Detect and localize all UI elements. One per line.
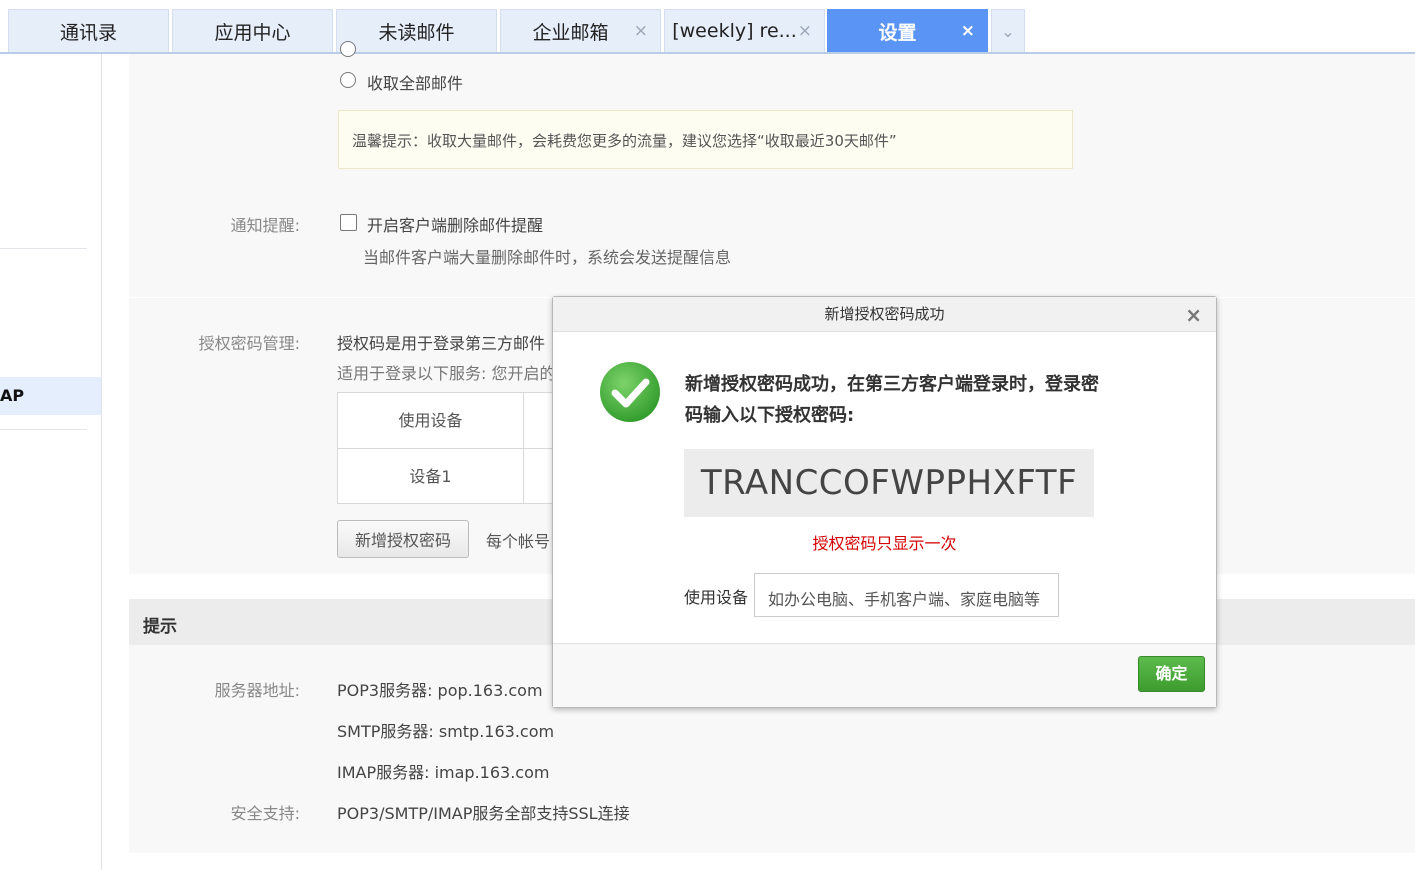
show-once-warning: 授权密码只显示一次 bbox=[812, 534, 957, 553]
imap-server: IMAP服务器: imap.163.com bbox=[337, 763, 550, 782]
close-icon[interactable]: × bbox=[1185, 303, 1202, 327]
tip-box: 温馨提示：收取大量邮件，会耗费您更多的流量，建议您选择“收取最近30天邮件” bbox=[338, 110, 1073, 169]
notify-checkbox[interactable] bbox=[340, 214, 357, 231]
dialog-title: 新增授权密码成功 bbox=[553, 297, 1216, 332]
success-check-icon bbox=[600, 362, 660, 422]
auth-password: TRANCCOFWPPHXFTF bbox=[684, 449, 1094, 517]
confirm-button[interactable]: 确定 bbox=[1138, 656, 1205, 692]
sidebar-item-label: AP bbox=[0, 386, 25, 405]
add-auth-password-button[interactable]: 新增授权密码 bbox=[337, 520, 469, 558]
notify-checkbox-label: 开启客户端删除邮件提醒 bbox=[367, 216, 544, 235]
tab-unread-mail[interactable]: 未读邮件 bbox=[336, 9, 497, 52]
pop3-server: POP3服务器: pop.163.com bbox=[337, 681, 543, 700]
tab-weekly[interactable]: [weekly] re... × bbox=[664, 9, 825, 52]
auth-description-1: 授权码是用于登录第三方邮件 bbox=[337, 334, 546, 353]
radio-receive-all[interactable] bbox=[340, 72, 356, 88]
close-icon[interactable]: × bbox=[634, 21, 648, 41]
notify-label: 通知提醒: bbox=[230, 216, 300, 235]
receive-all-label: 收取全部邮件 bbox=[367, 74, 464, 93]
device-input-placeholder: 如办公电脑、手机客户端、家庭电脑等 bbox=[768, 590, 1041, 609]
table-header: 使用设备 bbox=[338, 393, 524, 448]
tab-label: [weekly] re... bbox=[672, 20, 797, 42]
radio-partial[interactable] bbox=[340, 41, 356, 57]
chevron-down-icon: ⌄ bbox=[1001, 21, 1015, 41]
smtp-server: SMTP服务器: smtp.163.com bbox=[337, 722, 555, 741]
close-icon[interactable]: × bbox=[798, 21, 812, 41]
more-tabs-button[interactable]: ⌄ bbox=[991, 9, 1025, 52]
sidebar-item-active[interactable]: AP bbox=[0, 377, 101, 415]
device-table: 使用设备 设备1 bbox=[337, 392, 567, 504]
auth-label: 授权密码管理: bbox=[198, 334, 300, 353]
tab-label: 通讯录 bbox=[59, 21, 117, 44]
dialog-message: 新增授权密码成功，在第三方客户端登录时，登录密码输入以下授权密码: bbox=[685, 374, 1099, 426]
security-text: POP3/SMTP/IMAP服务全部支持SSL连接 bbox=[337, 804, 630, 823]
section-title: 提示 bbox=[143, 617, 177, 637]
table-row: 设备1 bbox=[338, 448, 524, 503]
security-label: 安全支持: bbox=[230, 804, 300, 823]
tab-label: 设置 bbox=[878, 21, 917, 44]
tab-label: 应用中心 bbox=[214, 21, 291, 44]
auth-description-2: 适用于登录以下服务: 您开启的 bbox=[337, 364, 556, 383]
per-account-text: 每个帐号 bbox=[486, 532, 551, 551]
sidebar-divider bbox=[0, 429, 87, 430]
device-label: 使用设备 bbox=[684, 588, 749, 607]
sidebar-divider bbox=[0, 248, 87, 249]
close-icon[interactable]: × bbox=[961, 21, 975, 41]
device-name-input[interactable]: 如办公电脑、手机客户端、家庭电脑等 bbox=[754, 573, 1059, 617]
dialog-footer: 确定 bbox=[553, 643, 1216, 707]
receive-settings-panel bbox=[129, 54, 1415, 297]
sidebar: AP bbox=[0, 54, 102, 870]
tab-enterprise-mail[interactable]: 企业邮箱 × bbox=[500, 9, 661, 52]
auth-success-dialog: 新增授权密码成功 × 新增授权密码成功，在第三方客户端登录时，登录密码输入以下授… bbox=[552, 296, 1217, 708]
server-label: 服务器地址: bbox=[214, 681, 300, 700]
tab-settings[interactable]: 设置 × bbox=[827, 9, 988, 52]
tab-app-center[interactable]: 应用中心 bbox=[172, 9, 333, 52]
tab-contacts[interactable]: 通讯录 bbox=[8, 9, 169, 52]
tab-bar: 通讯录 应用中心 未读邮件 企业邮箱 × [weekly] re... × 设置 × … bbox=[0, 0, 1415, 54]
tab-label: 未读邮件 bbox=[378, 21, 455, 44]
tab-label: 企业邮箱 bbox=[532, 21, 609, 44]
table-divider bbox=[338, 448, 566, 449]
notify-description: 当邮件客户端大量删除邮件时，系统会发送提醒信息 bbox=[363, 248, 732, 267]
tip-text: 温馨提示：收取大量邮件，会耗费您更多的流量，建议您选择“收取最近30天邮件” bbox=[352, 132, 897, 150]
